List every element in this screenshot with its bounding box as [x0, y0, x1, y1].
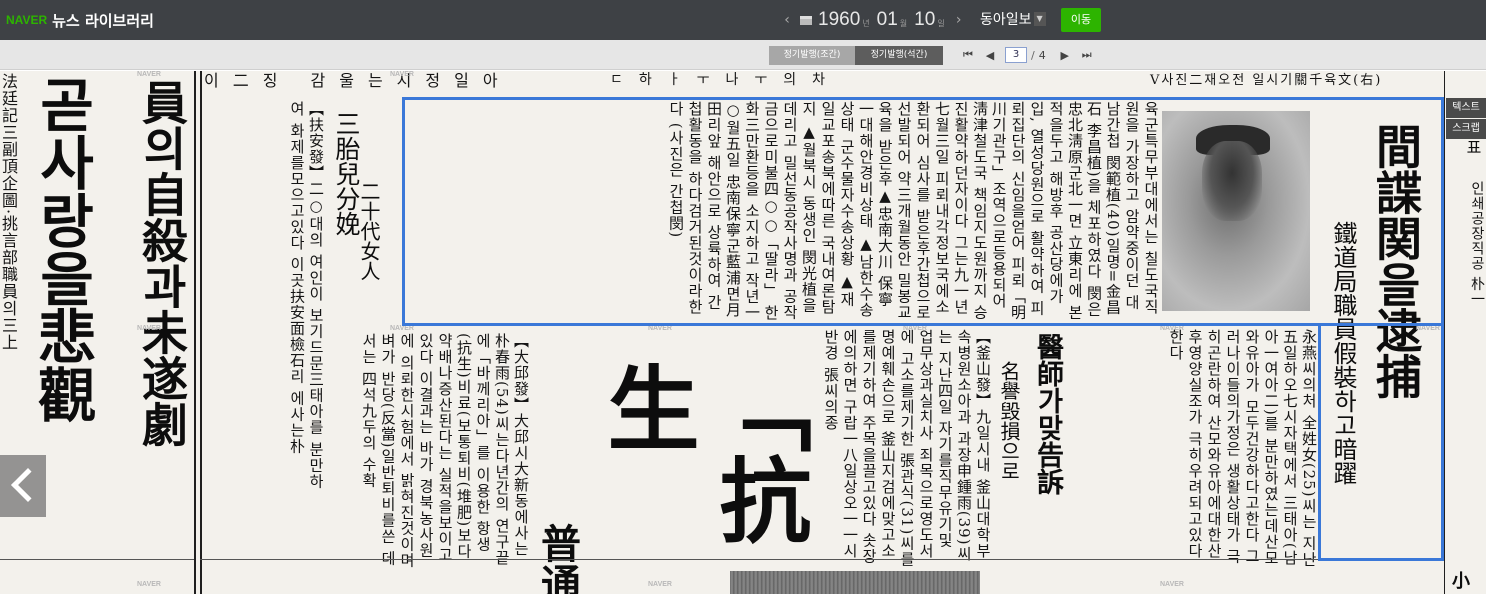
go-button[interactable]: 이동 — [1061, 8, 1101, 32]
watermark-label: NAVER — [1160, 581, 1184, 588]
tab-evening-edition[interactable]: 정기발행(석간) — [855, 46, 943, 65]
watermark-label: NAVER — [1416, 325, 1440, 332]
subhead-defamation: 名譽毁損으로 — [997, 361, 1021, 481]
month-unit: 월 — [899, 19, 908, 28]
watermark-label: NAVER — [903, 325, 927, 332]
page-navigator: ⏮ ◀ 3 / 4 ▶ ⏭ — [957, 45, 1098, 65]
chevron-left-icon[interactable]: ‹ — [780, 12, 794, 28]
horizontal-rule — [200, 559, 1444, 560]
top-strip-right: V사진二재오전 일시기關千육文(右) — [1150, 73, 1383, 88]
far-right-column: 인쇄공장직공 朴一 — [1469, 181, 1485, 307]
page-total: 4 — [1038, 48, 1046, 62]
year-unit: 년 — [862, 19, 870, 28]
article-side-buttons: 텍스트 스크랩 — [1446, 98, 1486, 140]
text-button[interactable]: 텍스트 — [1446, 98, 1486, 118]
column-rule — [200, 71, 202, 594]
column-rule — [194, 71, 196, 594]
newspaper-select[interactable]: 동아일보 ▼ — [980, 9, 1046, 29]
edition-toolbar: 정기발행(조간) 정기발행(석간) ⏮ ◀ 3 / 4 ▶ ⏭ — [0, 40, 1486, 70]
left-margin-text: 法廷記三副頂企圖·挑言部職員의三上 — [0, 73, 18, 352]
library-title: 뉴스 라이브러리 — [52, 11, 154, 30]
column-rule — [1444, 71, 1445, 594]
horizontal-rule — [0, 559, 194, 560]
chevron-left-icon — [11, 468, 45, 502]
watermark-label: NAVER — [137, 325, 161, 332]
watermark-label: NAVER — [1160, 325, 1184, 332]
next-page-icon[interactable]: ▶ — [1054, 49, 1076, 62]
top-strip-left: 이二징 감울는시정일아 — [204, 71, 512, 90]
watermark-label: NAVER — [390, 325, 414, 332]
newspaper-viewer[interactable]: 이二징 감울는시정일아 ㄷ하ㅏㅜ나ㅜ의차 V사진二재오전 일시기關千육文(右) … — [0, 71, 1486, 594]
naver-news-library-logo[interactable]: NAVER 뉴스 라이브러리 — [6, 9, 154, 31]
watermark-label: NAVER — [390, 71, 414, 78]
first-page-icon[interactable]: ⏮ — [957, 48, 979, 62]
bottom-right-char: 小 — [1449, 571, 1470, 589]
top-bar: NAVER 뉴스 라이브러리 ‹ 1960 년 01 월 10 일 › 동아일보… — [0, 0, 1486, 40]
far-right-mark: 표 — [1463, 139, 1482, 155]
chevron-right-icon[interactable]: › — [952, 12, 966, 28]
headline-suicide: 員의自殺과未遂劇 — [135, 79, 189, 447]
day-value[interactable]: 10 — [914, 9, 935, 31]
story-triplets-body: 【扶安發】二○대의 여인이 보기드문三태아를 분만하여 화제를모으고있다 이곳扶… — [288, 101, 325, 490]
tab-morning-edition[interactable]: 정기발행(조간) — [769, 46, 855, 65]
page-separator: / — [1031, 48, 1035, 62]
top-strip-mid: ㄷ하ㅏㅜ나ㅜ의차 — [610, 72, 842, 88]
bottom-photo — [730, 571, 980, 594]
story-triplets-continued: 永燕씨의처 全姓女(25)씨는 지난五일하오七시자택에서 三태아(남아一여아二)… — [1167, 329, 1318, 568]
subhead-railway-disguise: 鐵道局職員假裝하고暗躍 — [1329, 221, 1357, 485]
watermark-label: NAVER — [648, 325, 672, 332]
watermark-label: NAVER — [648, 581, 672, 588]
last-page-icon[interactable]: ⏭ — [1076, 48, 1098, 62]
naver-brand: NAVER — [6, 13, 48, 27]
photo-detail — [1202, 141, 1262, 221]
year-value[interactable]: 1960 — [818, 9, 860, 31]
watermark-label: NAVER — [137, 581, 161, 588]
headline-spy-arrest: 間諜関을逮捕 — [1369, 123, 1423, 399]
scrap-button[interactable]: 스크랩 — [1446, 119, 1486, 139]
headline-love-pessimism: 곧사랑을悲觀 — [28, 75, 96, 423]
page-number-input[interactable]: 3 — [1005, 47, 1027, 63]
prev-page-icon[interactable]: ◀ — [979, 49, 1001, 62]
story-fertilizer-body: 【大邱發】大邱시大新동에사는 朴春雨(54)씨는다년간의 연구끝에「바께리아」를… — [360, 333, 530, 569]
headline-doctor-countersue: 醫師가맞告訴 — [1032, 333, 1063, 495]
month-value[interactable]: 01 — [877, 9, 898, 31]
dropdown-arrow-icon: ▼ — [1033, 12, 1046, 26]
date-navigator: ‹ 1960 년 01 월 10 일 › — [780, 7, 966, 33]
spy-photo — [1162, 111, 1310, 311]
story-spy-body: 육군특무부대에서는 칠도국직원을 가장하고 암약중이던 대남간첩 閔範植(40)… — [667, 101, 1160, 321]
calendar-icon[interactable] — [800, 15, 812, 25]
newspaper-name: 동아일보 — [980, 12, 1032, 28]
prev-page-arrow-button[interactable] — [0, 455, 46, 517]
day-unit: 일 — [937, 19, 945, 28]
watermark-label: NAVER — [137, 71, 161, 78]
